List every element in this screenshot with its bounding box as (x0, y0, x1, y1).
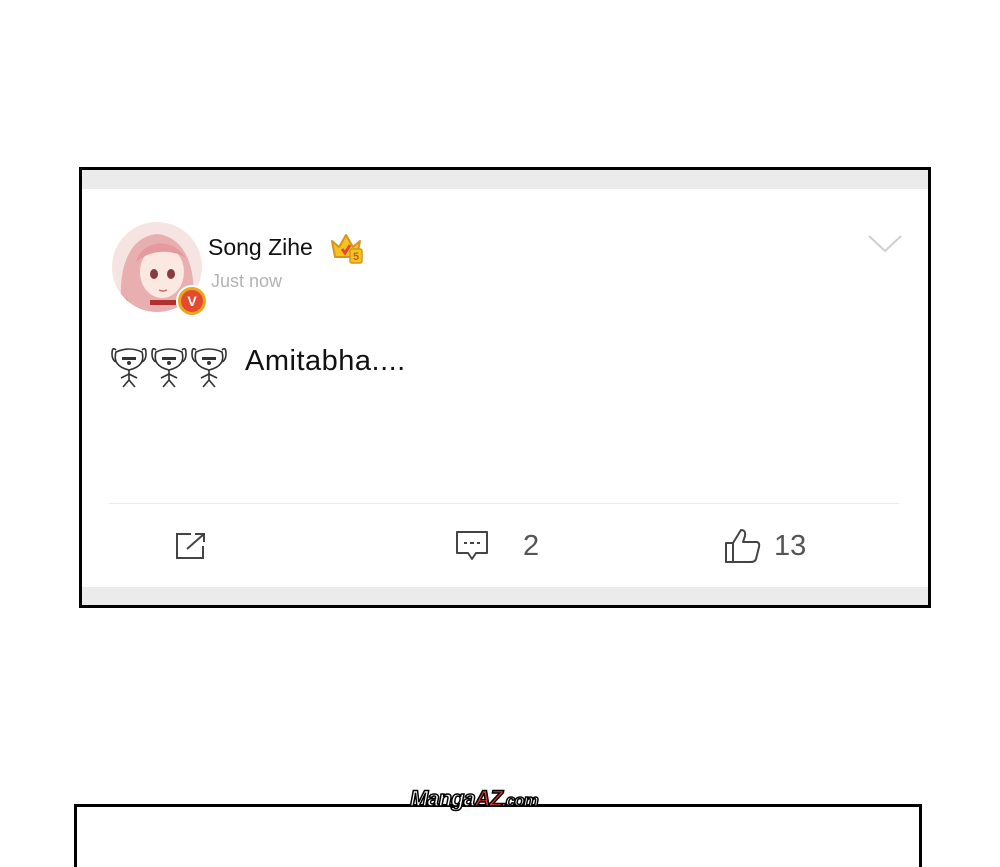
watermark-prefix: Manga (409, 785, 476, 812)
dog-facepalm-emoji (111, 347, 147, 388)
next-panel-border (74, 804, 922, 867)
card-bottom-strip (82, 587, 928, 605)
dog-facepalm-emoji (151, 347, 187, 388)
comment-button[interactable]: 2 (455, 526, 539, 566)
like-button[interactable]: 13 (724, 526, 806, 566)
like-count: 13 (774, 529, 807, 562)
verified-badge: V (176, 285, 208, 317)
site-watermark: MangaAZ.com (409, 785, 539, 812)
card-top-strip (82, 170, 928, 189)
share-button[interactable] (174, 526, 208, 566)
dog-facepalm-emoji (191, 347, 227, 388)
watermark-suffix: .com (501, 790, 539, 811)
username[interactable]: Song Zihe (208, 234, 313, 261)
emoji-row (110, 344, 228, 388)
watermark-highlight: AZ (474, 785, 504, 812)
vip-crown-icon: 5 (331, 234, 363, 264)
comment-count: 2 (523, 529, 540, 562)
post-timestamp: Just now (211, 271, 283, 291)
chevron-down-icon[interactable] (867, 232, 903, 256)
thumbs-up-icon (725, 529, 761, 563)
post-text: Amitabha.... (245, 345, 406, 377)
comment-icon (456, 531, 488, 560)
post-card: V Song Zihe 5 Just now Amitabha.... 2 13 (79, 167, 931, 608)
vip-level: 5 (353, 251, 359, 263)
share-icon (176, 533, 205, 559)
action-divider (109, 503, 899, 504)
